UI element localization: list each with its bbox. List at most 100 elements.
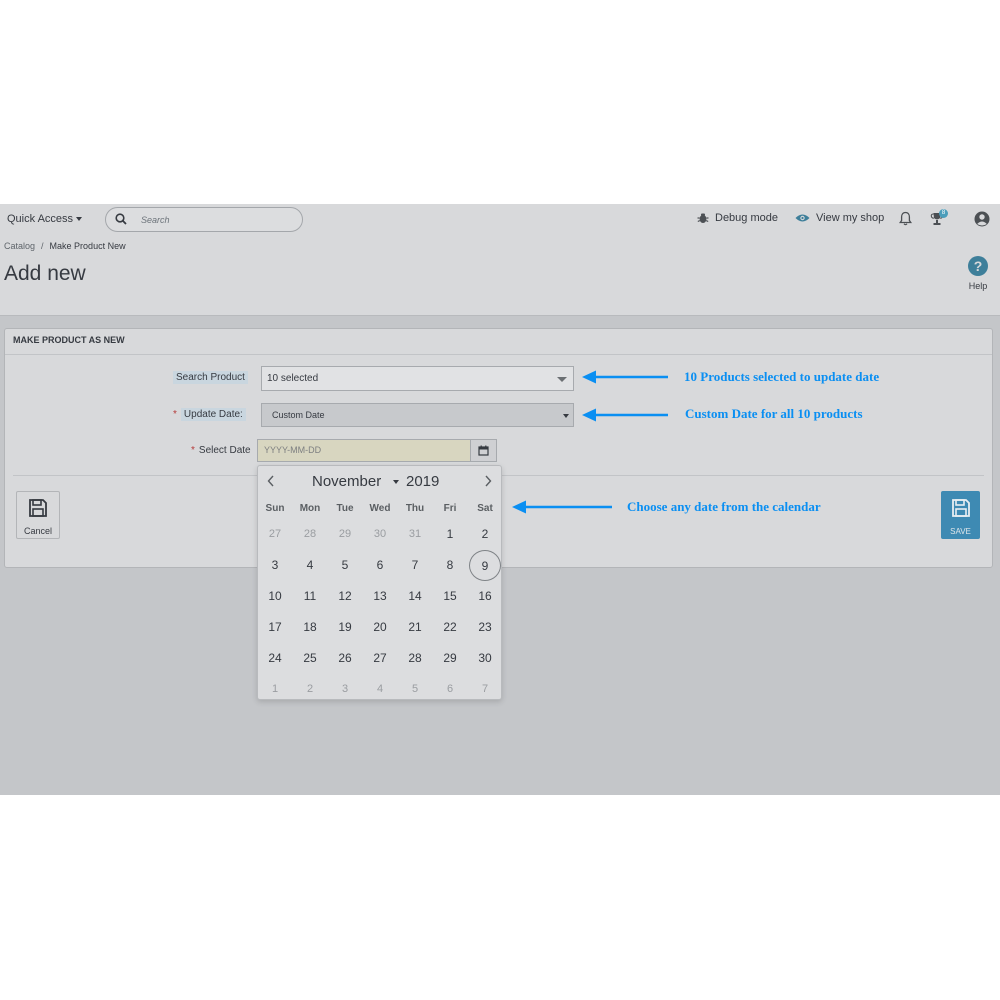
search-icon	[115, 213, 127, 225]
calendar-day-outside-month[interactable]: 4	[364, 674, 396, 705]
calendar-day-outside-month[interactable]: 28	[294, 519, 326, 550]
calendar-day[interactable]: 22	[434, 612, 466, 643]
calendar-day[interactable]: 17	[259, 612, 291, 643]
help-button[interactable]: ? Help	[966, 256, 990, 291]
required-asterisk: *	[191, 445, 195, 456]
calendar-day[interactable]: 26	[329, 643, 361, 674]
update-date-select[interactable]: Custom Date	[261, 403, 574, 427]
breadcrumb-separator: /	[41, 241, 44, 251]
calendar-day-outside-month[interactable]: 5	[399, 674, 431, 705]
calendar-day[interactable]: 2	[469, 519, 501, 550]
admin-screen: Quick Access Debug mode	[0, 204, 1000, 795]
calendar-button[interactable]	[470, 439, 497, 462]
calendar-day[interactable]: 21	[399, 612, 431, 643]
calendar-day-outside-month[interactable]: 31	[399, 519, 431, 550]
breadcrumb-catalog[interactable]: Catalog	[4, 241, 35, 251]
notification-badge: 8	[939, 209, 948, 218]
calendar-day-outside-month[interactable]: 2	[294, 674, 326, 705]
save-label: SAVE	[950, 527, 971, 536]
calendar-day[interactable]: 10	[259, 581, 291, 612]
calendar-day[interactable]: 18	[294, 612, 326, 643]
question-mark-icon: ?	[968, 256, 988, 276]
date-input-placeholder: YYYY-MM-DD	[264, 445, 322, 455]
calendar-day[interactable]: 13	[364, 581, 396, 612]
calendar-day[interactable]: 15	[434, 581, 466, 612]
calendar-day[interactable]: 11	[294, 581, 326, 612]
update-date-value: Custom Date	[272, 410, 325, 420]
breadcrumb-current: Make Product New	[49, 241, 126, 251]
calendar-day[interactable]: 19	[329, 612, 361, 643]
calendar-day-outside-month[interactable]: 3	[329, 674, 361, 705]
calendar-day[interactable]: 14	[399, 581, 431, 612]
bug-icon	[697, 213, 709, 223]
calendar-day[interactable]: 25	[294, 643, 326, 674]
calendar-day-outside-month[interactable]: 6	[434, 674, 466, 705]
weekday-header: Thu	[405, 503, 425, 514]
calendar-day[interactable]: 4	[294, 550, 326, 581]
calendar-day[interactable]: 1	[434, 519, 466, 550]
eye-icon	[795, 214, 810, 222]
calendar-day[interactable]: 20	[364, 612, 396, 643]
bell-icon[interactable]	[899, 211, 912, 226]
calendar-day[interactable]: 3	[259, 550, 291, 581]
calendar-day[interactable]: 23	[469, 612, 501, 643]
calendar-day-outside-month[interactable]: 7	[469, 674, 501, 705]
month-select[interactable]: November	[312, 473, 381, 490]
search-box[interactable]	[105, 207, 303, 232]
update-date-label: * Update Date:	[173, 408, 246, 421]
arrow-left-icon	[582, 370, 668, 384]
calendar-day[interactable]: 27	[364, 643, 396, 674]
weekday-header: Wed	[369, 503, 391, 514]
weekday-header: Fri	[443, 503, 457, 514]
calendar-day[interactable]: 28	[399, 643, 431, 674]
calendar-day-outside-month[interactable]: 29	[329, 519, 361, 550]
panel-heading: MAKE PRODUCT AS NEW	[5, 329, 992, 355]
arrow-left-icon	[512, 500, 612, 514]
dropdown-arrow-icon	[557, 377, 567, 382]
search-product-label: Search Product	[173, 371, 248, 384]
user-account-icon[interactable]	[974, 211, 990, 227]
save-button[interactable]: SAVE	[941, 491, 980, 539]
calendar-day-outside-month[interactable]: 30	[364, 519, 396, 550]
weekday-header: Mon	[299, 503, 321, 514]
chevron-left-icon	[267, 475, 274, 487]
help-label: Help	[968, 281, 988, 291]
date-input[interactable]: YYYY-MM-DD	[257, 439, 471, 462]
search-product-select[interactable]: 10 selected	[261, 366, 574, 391]
calendar-day-outside-month[interactable]: 27	[259, 519, 291, 550]
calendar-day[interactable]: 30	[469, 643, 501, 674]
annotation-choose-date: Choose any date from the calendar	[627, 499, 821, 514]
quick-access-label: Quick Access	[7, 213, 74, 225]
calendar-icon	[478, 445, 489, 456]
month-caret-icon	[393, 480, 399, 484]
select-date-label-text: Select Date	[198, 445, 251, 456]
calendar-day[interactable]: 24	[259, 643, 291, 674]
debug-mode-link[interactable]: Debug mode	[697, 212, 778, 224]
calendar-day[interactable]: 7	[399, 550, 431, 581]
cancel-button[interactable]: Cancel	[16, 491, 60, 539]
select-date-label: * Select Date	[191, 445, 251, 456]
search-input[interactable]	[141, 212, 291, 228]
quick-access-menu[interactable]: Quick Access	[7, 213, 83, 225]
calendar-day[interactable]: 9	[469, 550, 501, 581]
calendar-day[interactable]: 8	[434, 550, 466, 581]
calendar-day[interactable]: 12	[329, 581, 361, 612]
calendar-day[interactable]: 16	[469, 581, 501, 612]
year-input[interactable]: 2019	[406, 473, 439, 490]
prev-month-button[interactable]	[264, 474, 278, 490]
annotation-products: 10 Products selected to update date	[684, 369, 880, 384]
annotation-custom-date: Custom Date for all 10 products	[685, 406, 863, 421]
dropdown-arrow-icon	[563, 414, 569, 418]
weekday-header: Sat	[477, 503, 493, 514]
weekday-header: Sun	[265, 503, 285, 514]
next-month-button[interactable]	[481, 474, 495, 490]
calendar-day[interactable]: 6	[364, 550, 396, 581]
breadcrumb: Catalog / Make Product New	[4, 241, 126, 251]
search-product-value: 10 selected	[267, 373, 319, 384]
view-my-shop-link[interactable]: View my shop	[795, 212, 884, 224]
page-title: Add new	[4, 262, 86, 285]
calendar-day-outside-month[interactable]: 1	[259, 674, 291, 705]
caret-down-icon	[76, 217, 83, 222]
calendar-day[interactable]: 5	[329, 550, 361, 581]
calendar-day[interactable]: 29	[434, 643, 466, 674]
